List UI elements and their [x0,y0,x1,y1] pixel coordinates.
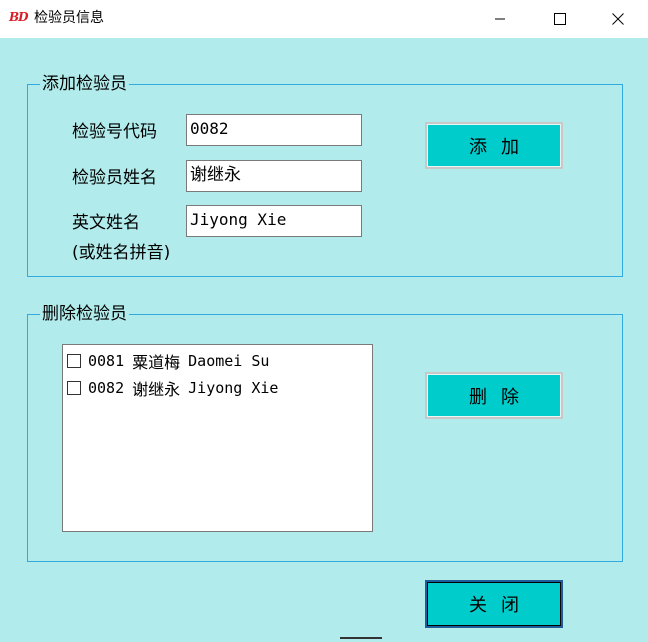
app-logo-icon: BD [9,10,29,24]
title-bar: BD 检验员信息 [0,0,648,38]
window-title: 检验员信息 [34,10,104,26]
close-window-button[interactable] [595,0,641,38]
name-label: 检验员姓名 [72,168,157,188]
item-english-name: Jiyong Xie [188,378,279,397]
checkbox[interactable] [67,380,81,395]
close-icon [612,13,624,25]
item-code: 0082 [88,378,125,397]
english-name-label: 英文姓名 [72,213,140,233]
delete-group-title: 删除检验员 [40,303,129,325]
add-group-title: 添加检验员 [40,73,129,95]
add-button[interactable]: 添加 [425,122,563,169]
item-english-name: Daomei Su [188,351,270,370]
bottom-divider [340,637,382,639]
code-label: 检验号代码 [72,122,157,142]
english-name-note: (或姓名拼音) [72,243,171,263]
close-button[interactable]: 关闭 [425,580,563,628]
item-chinese-name: 谢继永 [132,379,181,399]
item-code: 0081 [88,351,125,370]
inspector-list[interactable]: 0081 粟道梅 Daomei Su 0082 谢继永 Jiyong Xie [62,344,373,532]
list-item[interactable]: 0082 谢继永 Jiyong Xie [63,374,372,401]
maximize-icon [554,13,566,25]
english-name-input[interactable]: Jiyong Xie [186,205,362,237]
maximize-button[interactable] [537,0,583,38]
checkbox[interactable] [67,353,81,368]
list-item[interactable]: 0081 粟道梅 Daomei Su [63,347,372,374]
code-input[interactable]: 0082 [186,114,362,146]
item-chinese-name: 粟道梅 [132,352,181,372]
delete-button[interactable]: 删除 [425,372,563,419]
name-input[interactable]: 谢继永 [186,160,362,192]
minimize-button[interactable] [477,0,523,38]
minimize-icon [495,18,505,20]
